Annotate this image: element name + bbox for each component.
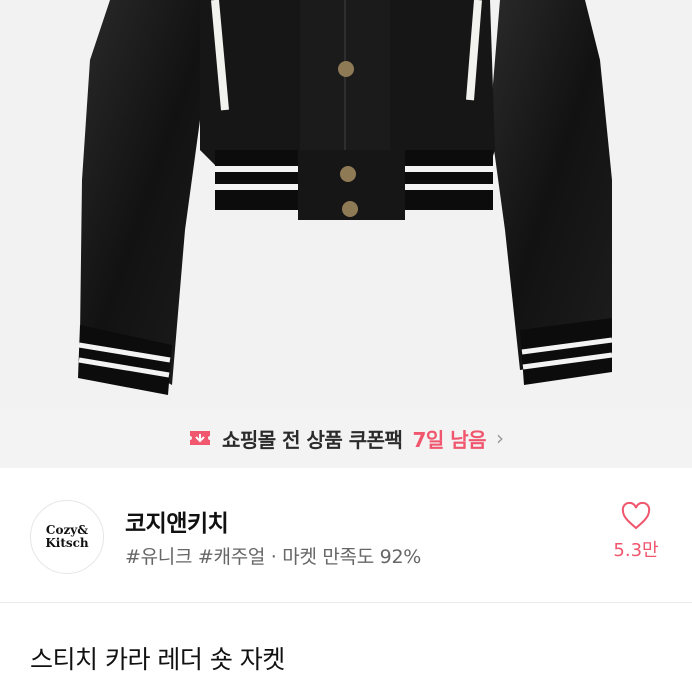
shop-tags: #유니크 #캐주얼 · 마켓 만족도 92%	[125, 546, 421, 568]
jacket-illustration	[78, 0, 613, 395]
coupon-banner-text: 쇼핑몰 전 상품 쿠폰팩	[221, 427, 403, 452]
shop-logo[interactable]: Cozy& Kitsch	[30, 500, 104, 574]
shop-logo-line2: Kitsch	[45, 536, 89, 550]
coupon-banner[interactable]: 쇼핑몰 전 상품 쿠폰팩 7일 남음 ›	[0, 408, 692, 468]
section-divider	[0, 602, 692, 603]
heart-outline-icon	[621, 502, 651, 530]
product-image[interactable]	[0, 0, 692, 408]
shop-info: Cozy& Kitsch 코지앤키치 #유니크 #캐주얼 · 마켓 만족도 92…	[0, 468, 692, 604]
coupon-days-left: 7일 남음	[412, 427, 487, 452]
product-title: 스티치 카라 레더 숏 자켓	[30, 645, 285, 674]
like-count: 5.3만	[613, 540, 659, 561]
coupon-ticket-icon	[189, 431, 210, 445]
chevron-right-icon: ›	[496, 426, 505, 450]
like-button[interactable]: 5.3만	[600, 502, 672, 562]
shop-name[interactable]: 코지앤키치	[125, 504, 229, 538]
